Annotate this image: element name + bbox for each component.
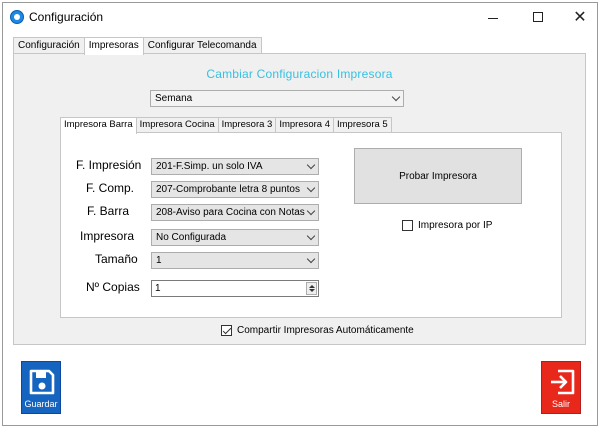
tab-impresora-4[interactable]: Impresora 4 [275, 117, 334, 133]
tab-impresora-cocina[interactable]: Impresora Cocina [135, 117, 219, 133]
guardar-label: Guardar [24, 399, 58, 409]
f-impresion-value: 201-F.Simp. un solo IVA [156, 161, 263, 172]
chevron-down-icon [306, 254, 316, 264]
tamano-label: Tamaño [95, 252, 138, 266]
bottom-toolbar: Guardar Salir [4, 349, 596, 425]
compartir-checkbox[interactable] [221, 325, 232, 336]
tab-impresora-barra[interactable]: Impresora Barra [60, 117, 137, 134]
impresora-barra-panel: F. Impresión 201-F.Simp. un solo IVA F. … [60, 132, 562, 318]
impresora-select[interactable]: No Configurada [151, 229, 319, 246]
f-comp-value: 207-Comprobante letra 8 puntos [156, 184, 300, 195]
f-comp-label: F. Comp. [86, 181, 135, 195]
minimize-button[interactable] [473, 3, 513, 31]
floppy-disk-icon [29, 369, 55, 395]
exit-door-icon [551, 369, 575, 395]
tab-impresoras[interactable]: Impresoras [83, 37, 144, 55]
close-icon: ✕ [573, 9, 587, 26]
chevron-down-icon [306, 183, 316, 193]
salir-label: Salir [551, 399, 570, 409]
tamano-value: 1 [156, 255, 162, 266]
f-comp-select[interactable]: 207-Comprobante letra 8 puntos [151, 181, 319, 198]
f-barra-select[interactable]: 208-Aviso para Cocina con Notas [151, 204, 319, 221]
impresora-label: Impresora [80, 229, 135, 243]
f-impresion-label: F. Impresión [76, 158, 142, 172]
app-logo-icon [10, 10, 24, 24]
guardar-button[interactable]: Guardar [21, 361, 61, 414]
impresora-ip-checkbox[interactable] [402, 220, 413, 231]
copias-stepper[interactable]: 1 [151, 280, 319, 297]
chevron-down-icon [306, 231, 316, 241]
stepper-arrows-icon[interactable] [306, 282, 317, 295]
impresora-value: No Configurada [156, 232, 227, 243]
main-tabs: Configuración Impresoras Configurar Tele… [13, 37, 262, 55]
probar-impresora-button[interactable]: Probar Impresora [354, 148, 522, 204]
f-barra-value: 208-Aviso para Cocina con Notas [156, 207, 305, 218]
salir-button[interactable]: Salir [541, 361, 581, 414]
minimize-icon [488, 17, 498, 19]
title-bar: Configuración ✕ [3, 3, 597, 31]
printer-tabs: Impresora Barra Impresora Cocina Impreso… [60, 117, 392, 134]
impresora-ip-row[interactable]: Impresora por IP [402, 220, 492, 231]
window-title: Configuración [29, 10, 104, 24]
tab-impresora-3[interactable]: Impresora 3 [217, 117, 277, 133]
chevron-down-icon [306, 160, 316, 170]
compartir-label: Compartir Impresoras Automáticamente [237, 325, 414, 336]
maximize-button[interactable] [518, 3, 558, 31]
copias-value: 1 [155, 283, 161, 294]
maximize-icon [533, 12, 543, 22]
section-title: Cambiar Configuracion Impresora [206, 67, 393, 81]
period-select[interactable]: Semana [150, 90, 404, 107]
config-window: Configuración ✕ Configuración Impresoras… [2, 2, 598, 426]
impresoras-panel: Cambiar Configuracion Impresora Semana I… [13, 53, 586, 345]
close-button[interactable]: ✕ [560, 3, 600, 31]
compartir-row[interactable]: Compartir Impresoras Automáticamente [221, 325, 414, 336]
tamano-select[interactable]: 1 [151, 252, 319, 269]
period-select-value: Semana [155, 93, 193, 104]
chevron-down-icon [391, 92, 401, 102]
tab-configurar-telecomanda[interactable]: Configurar Telecomanda [142, 37, 262, 54]
impresora-ip-label: Impresora por IP [418, 220, 493, 231]
chevron-down-icon [306, 206, 316, 216]
tab-configuracion[interactable]: Configuración [13, 37, 85, 54]
copias-label: Nº Copias [86, 280, 140, 294]
tab-impresora-5[interactable]: Impresora 5 [333, 117, 392, 133]
f-impresion-select[interactable]: 201-F.Simp. un solo IVA [151, 158, 319, 175]
f-barra-label: F. Barra [87, 204, 130, 218]
